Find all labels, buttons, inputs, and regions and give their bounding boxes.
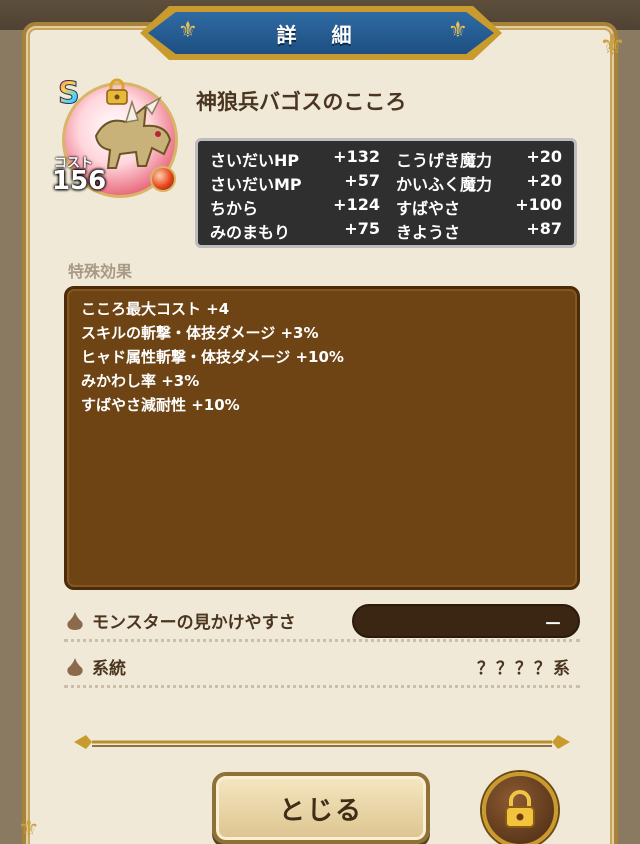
fleur-icon: ⚜ [178, 18, 198, 43]
stat-label: かいふく魔力 [395, 175, 492, 194]
stat-row: さいだいMP +57 かいふく魔力 +20 [210, 171, 562, 195]
effects-box[interactable]: こころ最大コスト +4 スキルの斬撃・体技ダメージ +3% ヒャド属性斬撃・体技… [64, 286, 580, 590]
ornament-divider [74, 735, 570, 749]
red-orb-icon [150, 166, 176, 192]
corner-ornament-icon: ⚜ [599, 28, 626, 63]
monster-image [94, 96, 172, 169]
stat-value: +75 [344, 219, 380, 238]
stat-value: +20 [526, 147, 562, 166]
drop-icon [67, 657, 83, 676]
cost-value: 156 [52, 166, 107, 196]
stat-value: +124 [333, 195, 380, 214]
visibility-row: モンスターの見かけやすさ － [64, 602, 580, 642]
stat-value: +20 [526, 171, 562, 190]
effect-line: こころ最大コスト +4 [81, 300, 230, 318]
lock-button[interactable] [482, 772, 558, 844]
stat-label: すばやさ [395, 199, 460, 218]
stat-label: みのまもり [210, 223, 291, 242]
lineage-label: 系統 [92, 659, 126, 679]
stat-label: きようさ [395, 223, 460, 242]
stat-label: さいだいHP [210, 151, 300, 170]
close-button-label: とじる [278, 795, 363, 826]
stat-row: さいだいHP +132 こうげき魔力 +20 [210, 147, 562, 171]
lineage-row: 系統 ？？？？系 [64, 648, 580, 688]
effect-line: みかわし率 +3% [81, 372, 200, 390]
stat-value: +100 [515, 195, 562, 214]
monster-name: 神狼兵バゴスのこころ [196, 90, 407, 114]
title-bar: 詳 細 [148, 12, 494, 54]
effect-line: スキルの斬撃・体技ダメージ +3% [81, 324, 319, 342]
visibility-bar: － [352, 603, 580, 638]
effects-heading: 特殊効果 [68, 262, 133, 281]
close-button[interactable]: とじる [212, 772, 430, 844]
effect-line: ヒャド属性斬撃・体技ダメージ +10% [81, 348, 344, 366]
lineage-value: ？？？？系 [477, 659, 572, 679]
stat-value: +57 [344, 171, 380, 190]
page-title: 詳 細 [276, 22, 366, 47]
stat-row: みのまもり +75 きようさ +87 [210, 219, 562, 243]
effect-line: すばやさ減耐性 +10% [81, 396, 240, 414]
corner-ornament-icon: ⚜ [18, 814, 40, 842]
rank-badge: S [58, 76, 81, 112]
drop-icon [67, 611, 83, 630]
visibility-label: モンスターの見かけやすさ [92, 613, 296, 633]
stat-value: +87 [526, 219, 562, 238]
stats-box: さいだいHP +132 こうげき魔力 +20 さいだいMP +57 かいふく魔力 +20… [195, 138, 577, 248]
fleur-icon: ⚜ [448, 18, 468, 43]
lock-icon [106, 78, 128, 105]
stat-value: +132 [333, 147, 380, 166]
stat-label: さいだいMP [210, 175, 302, 194]
stat-row: ちから +124 すばやさ +100 [210, 195, 562, 219]
stat-label: こうげき魔力 [395, 151, 492, 170]
visibility-value: － [544, 613, 562, 635]
stat-label: ちから [210, 199, 259, 218]
lock-icon [505, 790, 535, 828]
